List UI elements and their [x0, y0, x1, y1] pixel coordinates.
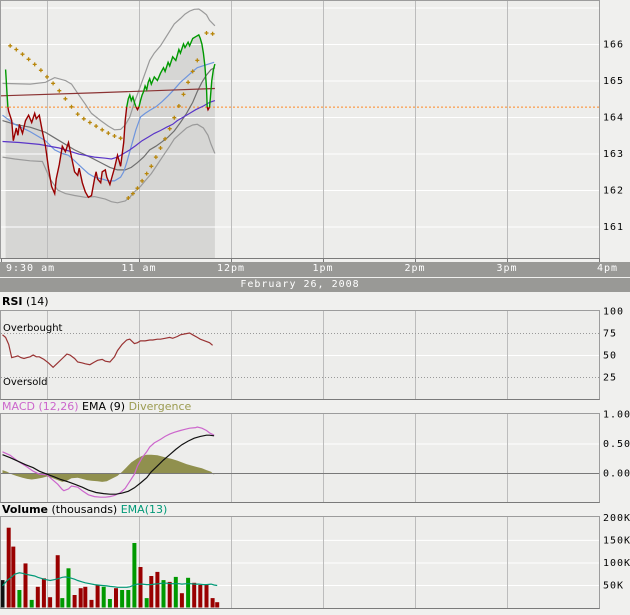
- volume-bar: [56, 555, 60, 607]
- volume-bar: [186, 578, 190, 608]
- volume-header-part: Volume: [2, 503, 48, 516]
- volume-bar: [90, 600, 94, 608]
- volume-bar: [132, 543, 136, 608]
- price-ytick-label: 161: [603, 222, 624, 233]
- macd-header-part: EMA (9): [79, 400, 126, 413]
- time-label: 9:30 am: [6, 263, 55, 274]
- price-ytick-label: 164: [603, 113, 624, 124]
- overbought-label: Overbought: [3, 323, 63, 334]
- volume-bar: [120, 590, 124, 608]
- volume-bar: [149, 576, 153, 608]
- volume-bar: [60, 598, 64, 607]
- macd-ytick-label: 1.00: [603, 410, 630, 421]
- volume-bar: [79, 588, 83, 607]
- time-label: 3pm: [496, 263, 517, 274]
- volume-bar: [42, 578, 46, 607]
- volume-bar: [36, 587, 40, 608]
- volume-bar: [215, 602, 219, 607]
- macd-ytick-label: 0.00: [603, 469, 630, 480]
- time-axis-bar: 9:30 am 11 am 12pm 1pm 2pm 3pm 4pm: [0, 262, 630, 277]
- time-label: 4pm: [597, 263, 618, 274]
- date-label: February 26, 2008: [240, 279, 359, 290]
- time-label: 1pm: [312, 263, 333, 274]
- price-ytick-label: 162: [603, 186, 624, 197]
- date-bar: February 26, 2008: [0, 278, 630, 292]
- volume-bar: [139, 567, 143, 608]
- oversold-label: Oversold: [3, 377, 48, 388]
- volume-ytick-label: 100K: [603, 558, 630, 569]
- time-label: 11 am: [121, 263, 156, 274]
- time-label: 12pm: [217, 263, 245, 274]
- volume-bar: [126, 590, 130, 608]
- volume-bar: [108, 599, 112, 608]
- volume-bar: [192, 583, 196, 608]
- rsi-header: RSI (14): [2, 295, 49, 308]
- volume-bar: [155, 572, 159, 608]
- macd-plot-area: [1, 414, 599, 502]
- macd-header: MACD (12,26) EMA (9) Divergence: [2, 400, 191, 413]
- volume-bar: [67, 568, 71, 607]
- volume-ytick-label: 200K: [603, 513, 630, 524]
- volume-ytick-label: 150K: [603, 535, 630, 546]
- macd-header-part: MACD (12,26): [2, 400, 79, 413]
- stock-chart-screen: 166 165 164 163 162 161 Overbought Oversold 100 7…: [0, 0, 630, 615]
- rsi-ytick-label: 100: [603, 307, 624, 318]
- volume-bar: [73, 595, 77, 608]
- volume-bar: [24, 563, 28, 607]
- volume-bar: [211, 598, 215, 607]
- volume-bar: [174, 577, 178, 608]
- volume-header-part: EMA(13): [117, 503, 167, 516]
- price-ytick-label: 165: [603, 76, 624, 87]
- price-ytick-label: 166: [603, 40, 624, 51]
- volume-bar: [114, 588, 118, 607]
- volume-header-part: (thousands): [48, 503, 117, 516]
- volume-bar: [162, 580, 166, 607]
- volume-bar: [145, 598, 149, 607]
- volume-ytick-label: 50K: [603, 581, 624, 592]
- volume-bar: [102, 587, 106, 608]
- volume-bar: [83, 587, 87, 608]
- volume-bar: [180, 593, 184, 607]
- volume-bar: [96, 585, 100, 608]
- volume-header: Volume (thousands) EMA(13): [2, 503, 167, 516]
- volume-bar: [7, 528, 11, 608]
- volume-bar: [17, 590, 21, 608]
- macd-header-part: Divergence: [125, 400, 191, 413]
- price-ytick-label: 163: [603, 149, 624, 160]
- volume-bar: [198, 585, 202, 608]
- rsi-ytick-label: 75: [603, 329, 617, 340]
- volume-bar: [30, 600, 34, 608]
- chart-canvas: 166 165 164 163 162 161 Overbought Oversold 100 7…: [0, 0, 630, 615]
- volume-bar: [205, 584, 209, 607]
- macd-ytick-label: 0.50: [603, 439, 630, 450]
- time-label: 2pm: [404, 263, 425, 274]
- rsi-ytick-label: 25: [603, 373, 617, 384]
- rsi-header-part: (14): [23, 295, 49, 308]
- volume-bar: [168, 582, 172, 608]
- volume-bar: [48, 597, 52, 607]
- rsi-ytick-label: 50: [603, 351, 617, 362]
- rsi-header-part: RSI: [2, 295, 23, 308]
